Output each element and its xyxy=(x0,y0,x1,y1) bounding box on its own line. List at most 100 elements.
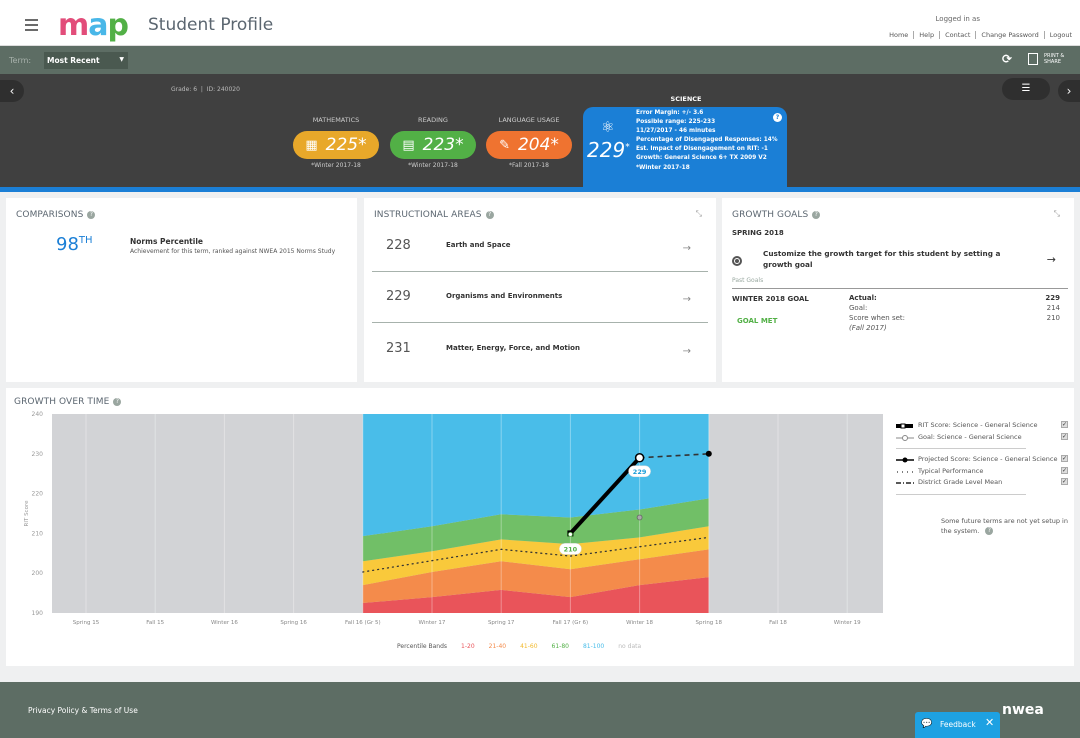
top-links: Home Help Contact Change Password Logout xyxy=(884,31,1072,39)
legend-checkbox[interactable]: ✓ xyxy=(1061,478,1068,485)
print-share-button[interactable]: PRINT & SHARE xyxy=(1044,53,1064,65)
grade-text: Grade: 6 xyxy=(171,86,198,93)
possible-range: Possible range: 225-233 xyxy=(636,119,716,126)
score-pill[interactable]: ▦ 225* xyxy=(293,131,379,159)
area-name: Matter, Energy, Force, and Motion xyxy=(446,344,580,352)
card-title: COMPARISONS? xyxy=(16,210,96,220)
close-icon[interactable]: ✕ xyxy=(985,716,994,729)
help-icon[interactable]: ? xyxy=(113,398,122,406)
subject-language-usage[interactable]: LANGUAGE USAGE ✎ 204* *Fall 2017-18 xyxy=(486,116,572,169)
score-pill[interactable]: ▤ 223* xyxy=(390,131,476,159)
legend-item-goal[interactable]: Goal: Science - General Science ✓ xyxy=(896,432,1076,445)
percentile-bands-legend: Percentile Bands 1-20 21-40 41-60 61-80 … xyxy=(397,643,641,650)
comparisons-title: COMPARISONS xyxy=(16,210,84,220)
instructional-area-row[interactable]: 231 Matter, Energy, Force, and Motion → xyxy=(372,324,708,375)
link-change-password[interactable]: Change Password xyxy=(976,31,1045,39)
help-icon[interactable]: ? xyxy=(773,113,782,122)
expand-icon[interactable]: ⤡ xyxy=(1054,209,1060,219)
score-pill[interactable]: ✎ 204* xyxy=(486,131,572,159)
roster-button[interactable]: ☰ xyxy=(1002,78,1050,100)
growth-goals-title: GROWTH GOALS xyxy=(732,210,809,220)
previous-student-button[interactable]: ‹ xyxy=(0,80,24,102)
chart-legend: RIT Score: Science - General Science ✓ G… xyxy=(896,421,1076,501)
test-date: 11/27/2017 - 46 minutes xyxy=(636,128,716,135)
area-score: 229 xyxy=(386,289,411,304)
term-selected-value: Most Recent xyxy=(47,56,100,65)
app-title: Student Profile xyxy=(148,15,274,35)
legend-item-projected[interactable]: Projected Score: Science - General Scien… xyxy=(896,455,1076,467)
hamburger-menu-icon[interactable] xyxy=(25,19,38,34)
legend-checkbox[interactable]: ✓ xyxy=(1061,466,1068,474)
target-icon xyxy=(732,256,742,266)
percentile-suffix: TH xyxy=(78,235,93,246)
top-bar: map Student Profile Logged in as Home He… xyxy=(0,0,1080,46)
score-value: 204* xyxy=(517,135,559,155)
card-title: GROWTH GOALS? xyxy=(732,210,821,220)
accent-rule xyxy=(0,187,1080,192)
help-icon[interactable]: ? xyxy=(812,211,821,219)
legend-checkbox[interactable]: ✓ xyxy=(1061,421,1068,428)
score-value: 223* xyxy=(422,135,464,155)
share-label: SHARE xyxy=(1044,59,1061,65)
legend-item-district-mean[interactable]: District Grade Level Mean ✓ xyxy=(896,478,1076,490)
instructional-areas-title: INSTRUCTIONAL AREAS xyxy=(374,210,482,220)
term-bar: Term: xyxy=(0,46,1080,74)
arrow-right-icon[interactable]: → xyxy=(683,294,691,305)
subject-name: LANGUAGE USAGE xyxy=(498,116,560,124)
id-text: ID: 240020 xyxy=(206,86,240,93)
band-41-60: 41-60 xyxy=(520,643,538,650)
legend-label: District Grade Level Mean xyxy=(918,478,1003,486)
help-icon[interactable]: ? xyxy=(87,211,96,219)
card-title: GROWTH OVER TIME? xyxy=(14,397,122,407)
logged-in-label: Logged in as xyxy=(935,15,980,23)
bands-title: Percentile Bands xyxy=(397,643,448,650)
legend-checkbox[interactable]: ✓ xyxy=(1061,432,1068,440)
legend-label: Typical Performance xyxy=(918,466,984,475)
area-score: 231 xyxy=(386,341,411,356)
science-details: Error Margin: +/- 3.6 Possible range: 22… xyxy=(636,109,778,173)
refresh-icon[interactable]: ⟳ xyxy=(1002,52,1012,66)
link-help[interactable]: Help xyxy=(914,31,941,39)
set-goal-prompt[interactable]: Customize the growth target for this stu… xyxy=(763,249,1003,270)
legend-item-rit[interactable]: RIT Score: Science - General Science ✓ xyxy=(896,421,1076,433)
link-logout[interactable]: Logout xyxy=(1045,31,1072,39)
help-icon[interactable]: ? xyxy=(985,527,994,535)
score-when-set-term: (Fall 2017) xyxy=(849,324,887,332)
expand-icon[interactable]: ⤡ xyxy=(696,209,702,219)
area-score: 228 xyxy=(386,238,411,253)
term-select[interactable]: Most Recent ▼ xyxy=(44,52,128,69)
arrow-right-icon[interactable]: → xyxy=(1047,253,1056,266)
score-when-set-value: 210 xyxy=(1046,314,1060,322)
link-home[interactable]: Home xyxy=(884,31,915,39)
legend-divider xyxy=(896,493,1026,495)
legend-label: Goal: Science - General Science xyxy=(918,432,1022,441)
legend-item-typical[interactable]: Typical Performance ✓ xyxy=(896,466,1076,479)
band-61-80: 61-80 xyxy=(551,643,569,650)
subject-science[interactable]: ⚛ 229* Error Margin: +/- 3.6 Possible ra… xyxy=(583,107,787,187)
subject-reading[interactable]: READING ▤ 223* *Winter 2017-18 xyxy=(390,116,476,169)
score-when-set-label: Score when set: xyxy=(849,314,906,322)
link-contact[interactable]: Contact xyxy=(940,31,977,39)
arrow-right-icon[interactable]: → xyxy=(683,346,691,357)
print-share-icon[interactable] xyxy=(1028,53,1038,65)
divider xyxy=(732,288,1068,289)
arrow-right-icon[interactable]: → xyxy=(683,243,691,254)
instructional-areas-card: INSTRUCTIONAL AREAS? ⤡ 228 Earth and Spa… xyxy=(364,198,716,382)
asterisk: * xyxy=(625,142,630,153)
goal-line-swatch xyxy=(896,434,914,441)
next-student-button[interactable]: › xyxy=(1058,80,1080,102)
subject-mathematics[interactable]: MATHEMATICS ▦ 225* *Winter 2017-18 xyxy=(293,116,379,169)
future-terms-note: Some future terms are not yet setup in t… xyxy=(941,516,1069,536)
legend-checkbox[interactable]: ✓ xyxy=(1061,455,1068,462)
help-icon[interactable]: ? xyxy=(485,211,494,219)
privacy-terms-link[interactable]: Privacy Policy & Terms of Use xyxy=(28,706,138,715)
feedback-button[interactable]: 💬 Feedback ✕ xyxy=(915,712,1000,738)
chat-bubble-icon: 💬 xyxy=(921,719,933,729)
goal-label: Goal: xyxy=(849,304,868,312)
band-1-20: 1-20 xyxy=(461,643,475,650)
instructional-area-row[interactable]: 228 Earth and Space → xyxy=(372,221,708,272)
area-name: Organisms and Environments xyxy=(446,292,563,300)
instructional-area-row[interactable]: 229 Organisms and Environments → xyxy=(372,272,708,323)
grade-id: Grade: 6 | ID: 240020 xyxy=(171,86,240,93)
past-goals-label: Past Goals xyxy=(732,277,764,284)
